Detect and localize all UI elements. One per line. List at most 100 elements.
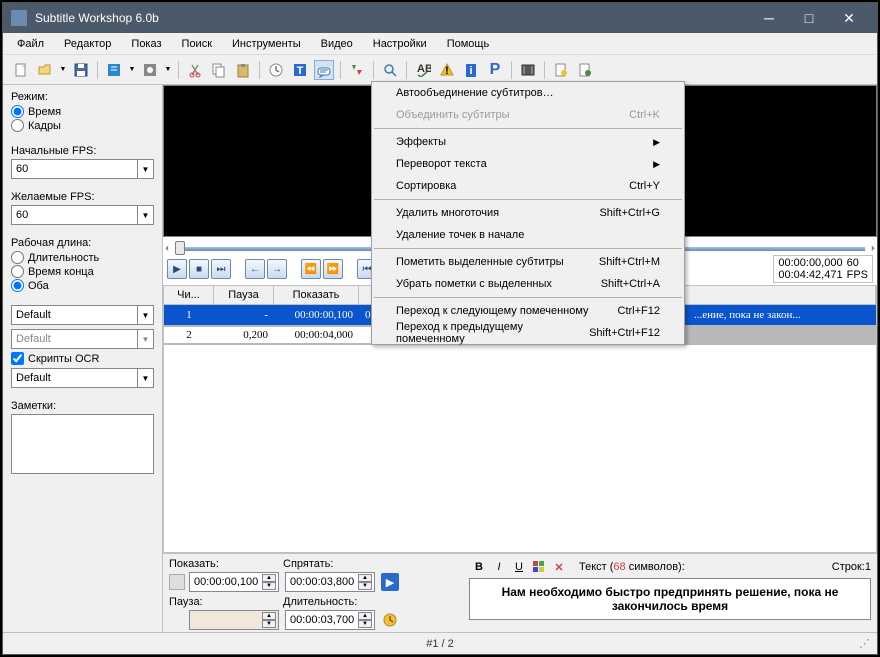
dd-sep — [374, 199, 682, 200]
frame-button[interactable] — [140, 60, 160, 80]
underline-button[interactable]: U — [510, 558, 528, 576]
minimize-button[interactable]: ─ — [749, 4, 789, 32]
col-show[interactable]: Показать — [274, 286, 359, 304]
prev-button[interactable]: ← — [245, 259, 265, 279]
doc2-button[interactable] — [575, 60, 595, 80]
rewind-button[interactable]: ⏪ — [301, 259, 321, 279]
desired-fps-select[interactable]: 60▼ — [11, 205, 154, 225]
menu-view[interactable]: Показ — [121, 35, 171, 53]
col-num[interactable]: Чи... — [164, 286, 214, 304]
search-button[interactable] — [380, 60, 400, 80]
line-count: Строк:1 — [832, 561, 871, 573]
hide-label: Спрятать: — [283, 558, 353, 570]
clock-button[interactable] — [266, 60, 286, 80]
menu-file[interactable]: Файл — [7, 35, 54, 53]
menu-video[interactable]: Видео — [311, 35, 363, 53]
radio-time[interactable] — [11, 105, 24, 118]
step-button[interactable]: ⏭ — [211, 259, 231, 279]
dd-prev-mark[interactable]: Переход к предыдущему помеченномуShift+C… — [372, 322, 684, 344]
show-label: Показать: — [169, 558, 239, 570]
radio-endtime[interactable] — [11, 265, 24, 278]
italic-button[interactable]: I — [490, 558, 508, 576]
bold-button[interactable]: B — [470, 558, 488, 576]
dd-reverse[interactable]: Переворот текста▶ — [372, 153, 684, 175]
doc1-button[interactable] — [551, 60, 571, 80]
seek-left-icon[interactable]: ⏴ — [165, 244, 169, 254]
show-time-input[interactable]: 00:00:00,100▲▼ — [189, 572, 279, 592]
cut-button[interactable] — [185, 60, 205, 80]
clock-icon[interactable] — [381, 611, 399, 629]
pause-time-input[interactable]: ▲▼ — [189, 610, 279, 630]
menu-editor[interactable]: Редактор — [54, 35, 121, 53]
new-button[interactable] — [11, 60, 31, 80]
dd-sort[interactable]: СортировкаCtrl+Y — [372, 175, 684, 197]
notes-label: Заметки: — [11, 400, 154, 412]
desired-fps-label: Желаемые FPS: — [11, 191, 154, 203]
menu-search[interactable]: Поиск — [172, 35, 222, 53]
select3[interactable]: Default▼ — [11, 368, 154, 388]
warning-button[interactable]: ! — [437, 60, 457, 80]
sq-icon[interactable] — [169, 574, 185, 590]
pascal-button[interactable]: P — [485, 60, 505, 80]
radio-both[interactable] — [11, 279, 24, 292]
pause-label: Пауза: — [169, 596, 239, 608]
time-dropdown[interactable]: ▼ — [128, 60, 136, 80]
svg-text:i: i — [469, 65, 472, 77]
paste-button[interactable] — [233, 60, 253, 80]
ffwd-button[interactable]: ⏩ — [323, 259, 343, 279]
check-ocr[interactable] — [11, 352, 24, 365]
menubar: Файл Редактор Показ Поиск Инструменты Ви… — [3, 33, 877, 55]
info-button[interactable]: i — [461, 60, 481, 80]
play-button[interactable]: ▶ — [167, 259, 187, 279]
dd-auto-combine[interactable]: Автообъединение субтитров… — [372, 82, 684, 104]
radio-duration[interactable] — [11, 251, 24, 264]
close-button[interactable]: ✕ — [829, 4, 869, 32]
start-fps-select[interactable]: 60▼ — [11, 159, 154, 179]
frame-dropdown[interactable]: ▼ — [164, 60, 172, 80]
dd-unmark[interactable]: Убрать пометки с выделенныхShift+Ctrl+A — [372, 273, 684, 295]
seek-thumb[interactable] — [175, 241, 185, 255]
dd-effects[interactable]: Эффекты▶ — [372, 131, 684, 153]
start-fps-label: Начальные FPS: — [11, 145, 154, 157]
dd-next-mark[interactable]: Переход к следующему помеченномуCtrl+F12 — [372, 300, 684, 322]
col-pause[interactable]: Пауза — [214, 286, 274, 304]
dd-remove-start-dots[interactable]: Удаление точек в начале — [372, 224, 684, 246]
menu-settings[interactable]: Настройки — [363, 35, 437, 53]
subtitle-text-input[interactable]: Нам необходимо быстро предпринять решени… — [469, 578, 871, 620]
hide-time-input[interactable]: 00:00:03,800▲▼ — [285, 572, 375, 592]
text-label: Текст (68 символов): — [579, 561, 685, 573]
save-button[interactable] — [71, 60, 91, 80]
subtitle-dropdown: Автообъединение субтитров… Объединить су… — [371, 81, 685, 345]
notes-textarea[interactable] — [11, 414, 154, 474]
open-dropdown[interactable]: ▼ — [59, 60, 67, 80]
seek-right-icon[interactable]: ⏵ — [871, 244, 875, 254]
spellcheck-button[interactable]: ABC — [413, 60, 433, 80]
clear-fmt-button[interactable]: ✕ — [550, 558, 568, 576]
subtitle-menu-button[interactable] — [314, 60, 334, 80]
text-button[interactable]: T — [290, 60, 310, 80]
video-button[interactable] — [518, 60, 538, 80]
status-text: #1 / 2 — [426, 638, 454, 650]
menu-tools[interactable]: Инструменты — [222, 35, 311, 53]
translate-button[interactable] — [347, 60, 367, 80]
select1[interactable]: Default▼ — [11, 305, 154, 325]
dd-mark[interactable]: Пометить выделенные субтитрыShift+Ctrl+M — [372, 251, 684, 273]
time-button[interactable] — [104, 60, 124, 80]
duration-time-input[interactable]: 00:00:03,700▲▼ — [285, 610, 375, 630]
next-button[interactable]: → — [267, 259, 287, 279]
select2[interactable]: Default▼ — [11, 329, 154, 349]
copy-button[interactable] — [209, 60, 229, 80]
app-icon — [11, 10, 27, 26]
sync-button[interactable]: ▶ — [381, 573, 399, 591]
resize-grip[interactable]: ⋰ — [859, 637, 870, 650]
color-button[interactable] — [530, 558, 548, 576]
dd-remove-dots[interactable]: Удалить многоточияShift+Ctrl+G — [372, 202, 684, 224]
svg-text:ABC: ABC — [417, 63, 431, 75]
worklen-label: Рабочая длина: — [11, 237, 154, 249]
radio-frames[interactable] — [11, 119, 24, 132]
svg-text:!: ! — [445, 65, 449, 77]
stop-button[interactable]: ■ — [189, 259, 209, 279]
maximize-button[interactable]: □ — [789, 4, 829, 32]
open-button[interactable] — [35, 60, 55, 80]
menu-help[interactable]: Помощь — [437, 35, 500, 53]
